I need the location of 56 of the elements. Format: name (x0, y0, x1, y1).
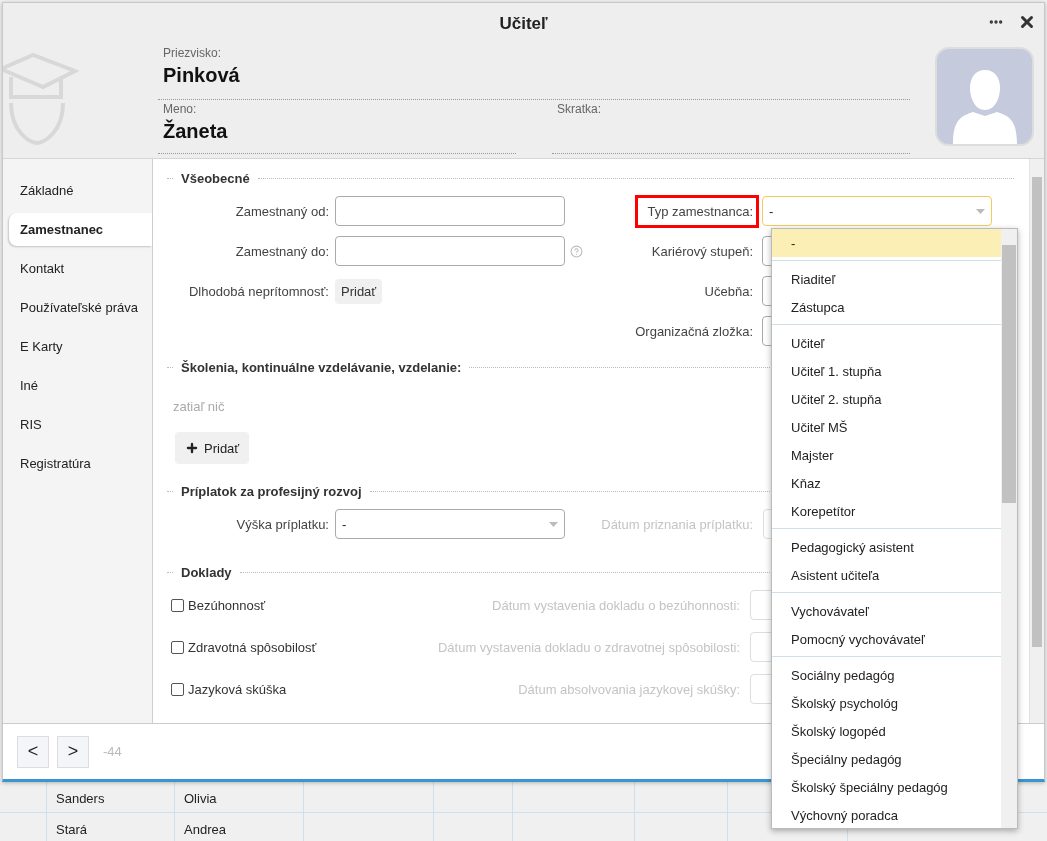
sidebar-item[interactable]: E Karty (9, 330, 152, 363)
empty-text: zatiaľ nič (173, 399, 225, 414)
checkbox-label: Zdravotná spôsobilosť (188, 639, 318, 655)
field-label: Dátum vystavenia dokladu o zdravotnej spôsobilosti: (436, 639, 741, 655)
table-cell: Sanders (46, 782, 174, 812)
checkbox-label: Jazyková skúška (188, 681, 288, 697)
dropdown-caret-icon (976, 208, 985, 214)
field-label: Dátum absolvovania jazykovej skúšky: (517, 681, 741, 697)
record-counter: -44 (103, 744, 122, 759)
surname-field[interactable]: Priezvisko: Pinková (158, 44, 910, 100)
select-field[interactable]: - (335, 509, 565, 539)
next-button[interactable]: > (57, 735, 89, 768)
field-label: Dátum priznania príplatku: (600, 516, 754, 532)
field-label: Typ zamestnanca: (634, 194, 759, 228)
sidebar-item[interactable]: Kontakt (9, 252, 152, 285)
checkbox[interactable] (171, 640, 184, 654)
section-title: Školenia, kontinuálne vzdelávanie, vzdelanie: (181, 360, 462, 375)
table-cell: Andrea (174, 813, 303, 841)
sidebar-item[interactable]: Používateľské práva (9, 291, 152, 324)
first-name-field[interactable]: Meno: Žaneta (158, 100, 516, 154)
field-label: Organizačná zložka: (635, 323, 754, 339)
field-label: Učebňa: (704, 283, 754, 299)
date-input[interactable] (335, 196, 565, 226)
table-cell: Olivia (174, 782, 303, 812)
date-input[interactable] (335, 236, 565, 266)
previous-button[interactable]: < (17, 735, 49, 768)
plus-icon (185, 441, 199, 455)
checkbox[interactable] (171, 682, 184, 696)
section-title: Doklady (181, 565, 232, 580)
scrollbar[interactable] (1029, 159, 1044, 723)
scrollbar[interactable] (1001, 229, 1017, 828)
field-label: Dlhodobá neprítomnosť: (187, 283, 330, 299)
checkbox-label: Bezúhonnosť (188, 597, 267, 613)
checkbox[interactable] (171, 598, 184, 612)
abbreviation-field[interactable]: Skratka: (552, 100, 910, 154)
add-button[interactable]: Pridať (175, 432, 250, 464)
window-title: Učiteľ (499, 14, 548, 34)
field-label: Dátum vystavenia dokladu o bezúhonnosti: (491, 597, 741, 613)
section-title: Všeobecné (181, 171, 250, 186)
field-label: Zamestnaný od: (234, 203, 330, 219)
field-label: Výška príplatku: (235, 516, 330, 532)
add-button[interactable]: Pridať (335, 278, 383, 304)
dropdown-caret-icon (549, 521, 558, 527)
sidebar-item[interactable]: Základné (9, 174, 152, 207)
field-label: Zamestnaný do: (234, 243, 330, 259)
section-title: Príplatok za profesijný rozvoj (181, 484, 362, 499)
dropdown-option[interactable]: - (772, 229, 1001, 257)
sidebar-item[interactable]: Registratúra (9, 447, 152, 480)
close-icon[interactable] (1018, 13, 1036, 31)
sidebar-item[interactable]: RIS (9, 408, 152, 441)
select-field[interactable]: - (762, 196, 992, 226)
dropdown-option[interactable]: Výchovný poradca (772, 801, 1001, 828)
sidebar-item[interactable]: Iné (9, 369, 152, 402)
table-cell: Stará (46, 813, 174, 841)
sidebar-item[interactable]: Zamestnanec (9, 213, 152, 246)
field-label: Kariérový stupeň: (651, 243, 754, 259)
